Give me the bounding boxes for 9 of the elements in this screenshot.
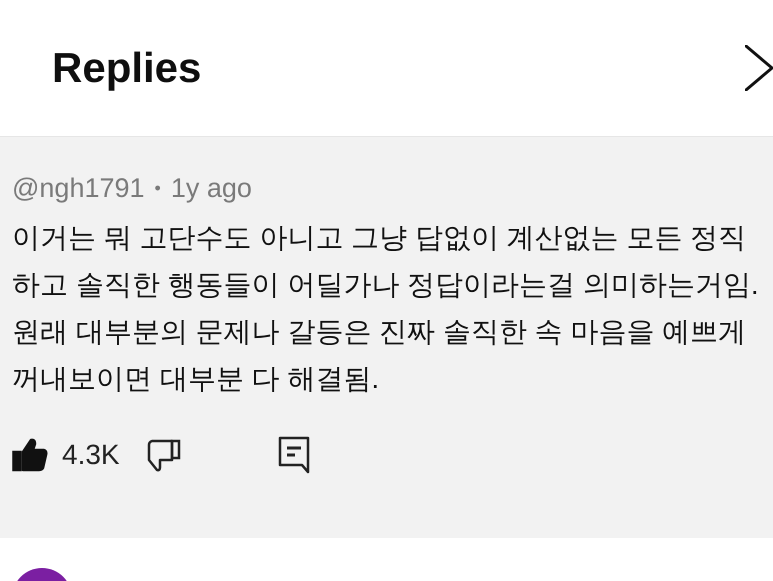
thumbs-down-icon[interactable] <box>146 438 182 472</box>
panel-title: Replies <box>52 44 202 92</box>
comment-text: 이거는 뭐 고단수도 아니고 그냥 답없이 계산없는 모든 정직하고 솔직한 행동들이 어딜가나 정답이라는걸 의미하는거임. 원래 대부분의 문제나 갈등은 진짜 솔직한 속 마음을 예쁘게 꺼내보이면 대부분 다 해결됨. <box>12 221 760 396</box>
timestamp: 1y ago <box>170 173 252 204</box>
like-count: 4.3K <box>62 439 120 471</box>
reply-icon[interactable] <box>278 436 310 474</box>
thumbs-up-icon[interactable] <box>12 438 48 472</box>
author-handle[interactable]: @ngh1791 <box>12 173 145 204</box>
separator-dot: • <box>154 178 161 199</box>
